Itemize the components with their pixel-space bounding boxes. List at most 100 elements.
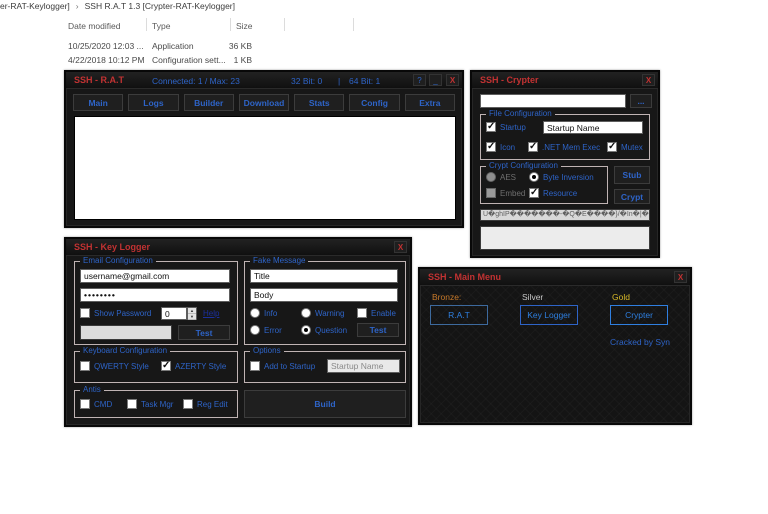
silver-tier-label: Silver: [522, 292, 543, 302]
column-divider: [353, 18, 354, 31]
embed-checkbox[interactable]: [486, 188, 496, 198]
file-date: 4/22/2018 10:12 PM: [68, 55, 145, 65]
aes-label: AES: [500, 173, 516, 182]
rat-64bit-count: 64 Bit: 1: [349, 76, 380, 86]
fake-message-test-button[interactable]: Test: [357, 323, 399, 337]
window-ssh-rat: SSH - R.A.T Connected: 1 / Max: 23 32 Bi…: [64, 70, 464, 228]
breadcrumb-prefix[interactable]: er-RAT-Keylogger]: [0, 1, 70, 11]
rat-tab-bar: Main Logs Builder Download Stats Config …: [73, 94, 455, 111]
mainmenu-window-title: SSH - Main Menu: [428, 272, 501, 282]
warning-radio[interactable]: [301, 308, 311, 318]
enable-checkbox[interactable]: [357, 308, 367, 318]
column-divider: [230, 18, 231, 31]
help-button[interactable]: ?: [413, 74, 426, 86]
keylogger-launch-button[interactable]: Key Logger: [520, 305, 578, 325]
tab-logs[interactable]: Logs: [128, 94, 178, 111]
startup-checkbox[interactable]: [486, 122, 496, 132]
file-configuration-group: File Configuration Startup Icon .NET Mem…: [480, 114, 650, 160]
fake-title-input[interactable]: [250, 269, 398, 283]
window-ssh-keylogger: SSH - Key Logger X Email Configuration S…: [64, 237, 412, 427]
keylogger-startup-name-input[interactable]: [327, 359, 400, 373]
password-input[interactable]: [80, 288, 230, 302]
column-header-date-modified[interactable]: Date modified: [68, 21, 120, 31]
close-button[interactable]: X: [394, 241, 407, 253]
byte-inversion-radio[interactable]: [529, 172, 539, 182]
question-radio[interactable]: [301, 325, 311, 335]
net-mem-exec-checkbox[interactable]: [528, 142, 538, 152]
rat-client-listview[interactable]: [74, 116, 456, 220]
aes-radio[interactable]: [486, 172, 496, 182]
tab-download[interactable]: Download: [239, 94, 289, 111]
file-size: 36 KB: [204, 41, 252, 51]
email-configuration-label: Email Configuration: [80, 256, 156, 265]
info-label: Info: [264, 309, 277, 318]
crypter-file-path-input[interactable]: [480, 94, 626, 108]
column-header-size[interactable]: Size: [236, 21, 253, 31]
window-ssh-main-menu: SSH - Main Menu X Bronze: Silver Gold R.…: [418, 267, 692, 425]
anti-cmd-label: CMD: [94, 400, 112, 409]
close-button[interactable]: X: [446, 74, 459, 86]
column-header-type[interactable]: Type: [152, 21, 170, 31]
tab-extra[interactable]: Extra: [405, 94, 455, 111]
crypter-startup-name-input[interactable]: [543, 121, 643, 134]
anti-cmd-checkbox[interactable]: [80, 399, 90, 409]
browse-button[interactable]: ...: [630, 94, 652, 108]
email-test-progressbar: [80, 325, 172, 340]
icon-checkbox[interactable]: [486, 142, 496, 152]
startup-label: Startup: [500, 123, 526, 132]
crypter-window-title: SSH - Crypter: [480, 75, 539, 85]
keyboard-configuration-group: Keyboard Configuration QWERTY Style AZER…: [74, 351, 238, 383]
show-password-checkbox[interactable]: [80, 308, 90, 318]
azerty-checkbox[interactable]: [161, 361, 171, 371]
error-radio[interactable]: [250, 325, 260, 335]
rat-window-title: SSH - R.A.T: [74, 75, 124, 85]
interval-stepper[interactable]: ▲▼: [187, 307, 197, 320]
build-button[interactable]: Build: [244, 390, 406, 418]
error-label: Error: [264, 326, 282, 335]
fake-message-label: Fake Message: [250, 256, 308, 265]
tab-builder[interactable]: Builder: [184, 94, 234, 111]
close-button[interactable]: X: [642, 74, 655, 86]
breadcrumb[interactable]: er-RAT-Keylogger]›SSH R.A.T 1.3 [Crypter…: [0, 1, 235, 11]
stepper-down-icon[interactable]: ▼: [188, 314, 196, 320]
email-input[interactable]: [80, 269, 230, 283]
gold-tier-label: Gold: [612, 292, 630, 302]
help-link[interactable]: Help: [203, 309, 219, 318]
rat-titlebar[interactable]: SSH - R.A.T Connected: 1 / Max: 23 32 Bi…: [66, 72, 462, 89]
tab-stats[interactable]: Stats: [294, 94, 344, 111]
bits-separator: |: [338, 76, 340, 86]
stub-button[interactable]: Stub: [614, 166, 650, 184]
rat-connected-status: Connected: 1 / Max: 23: [152, 76, 240, 86]
add-to-startup-checkbox[interactable]: [250, 361, 260, 371]
anti-taskmgr-checkbox[interactable]: [127, 399, 137, 409]
file-date: 10/25/2020 12:03 ...: [68, 41, 144, 51]
crypter-launch-button[interactable]: Crypter: [610, 305, 668, 325]
tab-config[interactable]: Config: [349, 94, 399, 111]
crypt-configuration-group: Crypt Configuration AES Byte Inversion E…: [480, 166, 608, 204]
keyboard-configuration-label: Keyboard Configuration: [80, 346, 170, 355]
breadcrumb-current[interactable]: SSH R.A.T 1.3 [Crypter-RAT-Keylogger]: [85, 1, 235, 11]
mutex-label: Mutex: [621, 143, 643, 152]
crypt-configuration-label: Crypt Configuration: [486, 161, 561, 170]
keylogger-titlebar[interactable]: SSH - Key Logger X: [66, 239, 410, 256]
resource-checkbox[interactable]: [529, 188, 539, 198]
crypter-titlebar[interactable]: SSH - Crypter X: [472, 72, 658, 89]
crypter-log-box: [480, 226, 650, 250]
fake-body-input[interactable]: [250, 288, 398, 302]
show-password-label: Show Password: [94, 309, 151, 318]
minimize-button[interactable]: _: [429, 74, 442, 86]
rat-launch-button[interactable]: R.A.T: [430, 305, 488, 325]
email-test-button[interactable]: Test: [178, 325, 230, 340]
close-button[interactable]: X: [674, 271, 687, 283]
info-radio[interactable]: [250, 308, 260, 318]
qwerty-checkbox[interactable]: [80, 361, 90, 371]
mainmenu-titlebar[interactable]: SSH - Main Menu X: [420, 269, 690, 286]
mutex-checkbox[interactable]: [607, 142, 617, 152]
options-group: Options Add to Startup: [244, 351, 406, 383]
file-type: Application: [152, 41, 194, 51]
tab-main[interactable]: Main: [73, 94, 123, 111]
interval-input[interactable]: [161, 307, 187, 320]
crypt-button[interactable]: Crypt: [614, 189, 650, 204]
anti-regedit-checkbox[interactable]: [183, 399, 193, 409]
enable-label: Enable: [371, 309, 396, 318]
